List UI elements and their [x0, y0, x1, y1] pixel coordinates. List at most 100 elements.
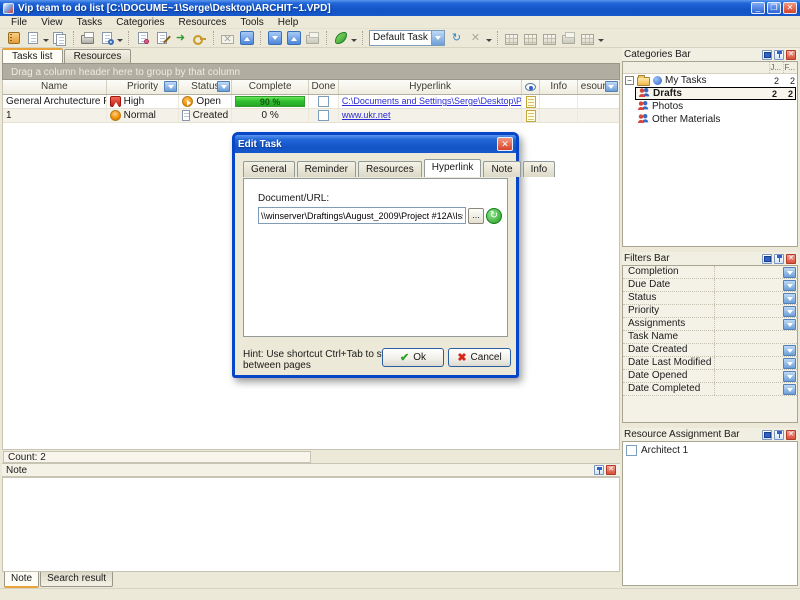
- menu-tasks[interactable]: Tasks: [70, 16, 110, 29]
- dialog-tab-hyperlink[interactable]: Hyperlink: [424, 159, 482, 177]
- dropdown-icon[interactable]: [783, 293, 796, 304]
- browse-button[interactable]: ...: [468, 208, 484, 224]
- column-header-priority[interactable]: Priority: [107, 80, 180, 94]
- grid-3-icon[interactable]: [540, 30, 559, 47]
- filter-row-status[interactable]: Status: [623, 292, 797, 305]
- cell-resource[interactable]: [578, 109, 619, 122]
- print-dropdown-icon[interactable]: [117, 39, 123, 45]
- cell-hyperlink[interactable]: www.ukr.net: [339, 109, 522, 122]
- notebook-icon[interactable]: [4, 30, 23, 47]
- dialog-close-button[interactable]: ✕: [497, 137, 513, 151]
- email-disabled-icon[interactable]: [218, 30, 237, 47]
- go-arrow-icon[interactable]: ↻: [447, 30, 466, 47]
- dialog-tab-general[interactable]: General: [243, 161, 295, 177]
- resource-checkbox[interactable]: [626, 445, 637, 456]
- minimize-button[interactable]: _: [751, 2, 765, 14]
- collapse-icon[interactable]: [762, 254, 772, 264]
- print-list-disabled-icon[interactable]: [303, 30, 322, 47]
- dropdown-icon[interactable]: [783, 306, 796, 317]
- done-checkbox[interactable]: [318, 96, 329, 107]
- list-item[interactable]: Architect 1: [623, 442, 797, 456]
- close-icon[interactable]: [786, 430, 796, 440]
- filter-row-date-created[interactable]: Date Created: [623, 344, 797, 357]
- new-task-icon[interactable]: [23, 30, 42, 47]
- group-by-bar[interactable]: Drag a column header here to group by th…: [2, 63, 620, 80]
- collapse-icon[interactable]: [762, 430, 772, 440]
- edit-task-icon[interactable]: [152, 30, 171, 47]
- status-filter-icon[interactable]: [217, 81, 230, 92]
- close-button[interactable]: ✕: [783, 2, 797, 14]
- column-header-status[interactable]: Status: [179, 80, 232, 94]
- combo-dropdown-icon[interactable]: [431, 31, 444, 45]
- cell-priority[interactable]: High: [107, 95, 180, 108]
- menu-view[interactable]: View: [34, 16, 70, 29]
- cell-hyperlink[interactable]: C:\Documents and Settings\Serge\Desktop\…: [339, 95, 522, 108]
- ok-button[interactable]: ✔ Ok: [382, 348, 444, 367]
- sort-up-icon[interactable]: [284, 30, 303, 47]
- pin-icon[interactable]: [774, 430, 784, 440]
- tree-item-drafts[interactable]: Drafts 2 2: [635, 87, 796, 100]
- filter-row-date-last-modified[interactable]: Date Last Modified: [623, 357, 797, 370]
- filter-row-task-name[interactable]: Task Name: [623, 331, 797, 344]
- pin-icon[interactable]: [594, 465, 604, 475]
- cancel-button[interactable]: ✖ Cancel: [448, 348, 511, 367]
- cell-priority[interactable]: Normal: [107, 109, 180, 122]
- pin-icon[interactable]: [774, 254, 784, 264]
- filter-row-completion[interactable]: Completion: [623, 266, 797, 279]
- dropdown-icon[interactable]: [783, 358, 796, 369]
- filter-row-priority[interactable]: Priority: [623, 305, 797, 318]
- cell-done[interactable]: [309, 109, 339, 122]
- flag-view-icon[interactable]: [331, 30, 350, 47]
- dialog-tab-resources[interactable]: Resources: [358, 161, 422, 177]
- key-icon[interactable]: [190, 30, 209, 47]
- print-grid-disabled-icon[interactable]: [559, 30, 578, 47]
- table-row[interactable]: General Archutecture Plan High Open 90 %…: [3, 95, 619, 109]
- table-row[interactable]: 1 Normal Created 0 % www.ukr.net: [3, 109, 619, 123]
- grid-1-icon[interactable]: [502, 30, 521, 47]
- complete-task-icon[interactable]: ➜: [171, 30, 190, 47]
- column-header-hyperlink[interactable]: Hyperlink: [339, 80, 522, 94]
- cell-status[interactable]: Open: [179, 95, 232, 108]
- restore-button[interactable]: ❐: [767, 2, 781, 14]
- menu-help[interactable]: Help: [271, 16, 306, 29]
- cell-info[interactable]: [540, 109, 578, 122]
- dialog-tab-note[interactable]: Note: [483, 161, 520, 177]
- task-view-combo[interactable]: Default Task View: [369, 30, 445, 46]
- document-url-input[interactable]: [258, 207, 466, 224]
- cell-name[interactable]: 1: [3, 109, 107, 122]
- pin-icon[interactable]: [774, 50, 784, 60]
- done-checkbox[interactable]: [318, 110, 329, 121]
- grid-4-icon[interactable]: [578, 30, 597, 47]
- clear-disabled-icon[interactable]: ✕: [466, 30, 485, 47]
- cell-note-flag[interactable]: [522, 109, 540, 122]
- tree-item-photos[interactable]: Photos: [623, 100, 797, 113]
- dropdown-icon[interactable]: [783, 280, 796, 291]
- collapse-expander-icon[interactable]: −: [625, 76, 634, 85]
- column-header-eye[interactable]: [522, 80, 540, 94]
- dropdown-icon[interactable]: [783, 267, 796, 278]
- dialog-tab-info[interactable]: Info: [523, 161, 556, 177]
- print-preview-icon[interactable]: [97, 30, 116, 47]
- note-editor[interactable]: [2, 477, 620, 572]
- tab-tasks-list[interactable]: Tasks list: [2, 48, 63, 63]
- filter-row-date-opened[interactable]: Date Opened: [623, 370, 797, 383]
- print-icon[interactable]: [78, 30, 97, 47]
- filter-row-assignments[interactable]: Assignments: [623, 318, 797, 331]
- menu-tools[interactable]: Tools: [233, 16, 270, 29]
- close-icon[interactable]: [606, 465, 616, 475]
- move-down-icon[interactable]: [265, 30, 284, 47]
- dropdown-icon[interactable]: [783, 384, 796, 395]
- filter-row-date-completed[interactable]: Date Completed: [623, 383, 797, 396]
- resource-filter-icon[interactable]: [605, 81, 618, 92]
- cell-complete[interactable]: 90 %: [232, 95, 309, 108]
- cell-info[interactable]: [540, 95, 578, 108]
- close-icon[interactable]: [786, 50, 796, 60]
- column-header-info[interactable]: Info: [540, 80, 578, 94]
- cell-resource[interactable]: [578, 95, 619, 108]
- flag-view-dropdown-icon[interactable]: [351, 39, 357, 45]
- move-up-icon[interactable]: [237, 30, 256, 47]
- new-task-dropdown-icon[interactable]: [43, 39, 49, 45]
- tree-item-my-tasks[interactable]: − My Tasks 2 2: [623, 74, 797, 87]
- cell-complete[interactable]: 0 %: [232, 109, 309, 122]
- tree-item-other-materials[interactable]: Other Materials: [623, 113, 797, 126]
